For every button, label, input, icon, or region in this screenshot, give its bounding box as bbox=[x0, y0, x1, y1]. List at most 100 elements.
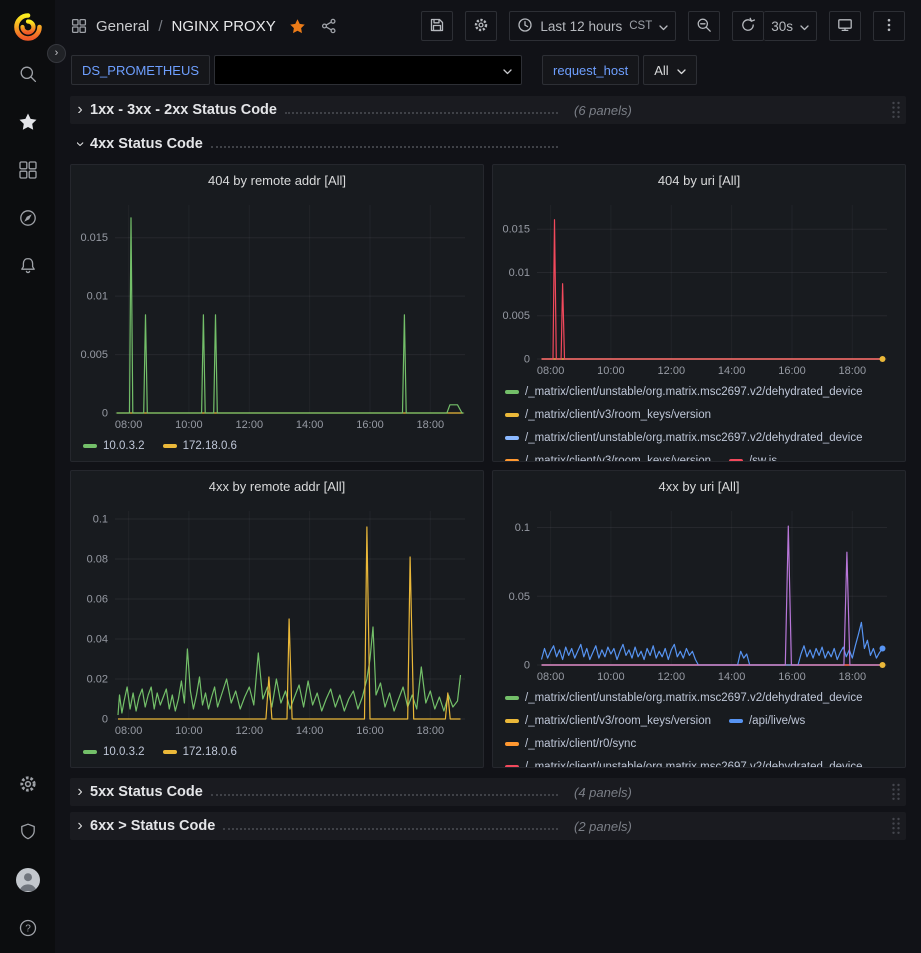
dashboard-settings-button[interactable] bbox=[465, 11, 497, 41]
refresh-interval-dropdown[interactable]: 30s bbox=[764, 11, 817, 41]
series-label[interactable]: /_matrix/client/v3/room_keys/version bbox=[525, 409, 711, 421]
legend-row: 10.0.3.2 172.18.0.6 bbox=[83, 740, 471, 763]
legend-item[interactable]: /_matrix/client/v3/room_keys/version bbox=[505, 455, 711, 462]
series-color-marker bbox=[163, 444, 177, 448]
sidebar-item-configuration[interactable] bbox=[0, 761, 55, 809]
sidebar-item-profile[interactable] bbox=[0, 857, 55, 905]
series-label[interactable]: 172.18.0.6 bbox=[183, 440, 237, 452]
sidebar-item-dashboards[interactable] bbox=[0, 147, 55, 195]
svg-text:10:00: 10:00 bbox=[597, 671, 625, 683]
chart-legend: 10.0.3.2 172.18.0.6 bbox=[71, 739, 483, 767]
dashboard-title[interactable]: NGINX PROXY bbox=[172, 18, 276, 35]
legend-item[interactable]: /_matrix/client/unstable/org.matrix.msc2… bbox=[505, 386, 863, 398]
svg-text:0.1: 0.1 bbox=[93, 514, 108, 526]
svg-text:0.005: 0.005 bbox=[80, 349, 108, 361]
svg-text:0: 0 bbox=[524, 660, 530, 672]
row-title[interactable]: 6xx > Status Code bbox=[90, 818, 215, 834]
series-label[interactable]: 10.0.3.2 bbox=[103, 746, 145, 758]
legend-row: /_matrix/client/v3/room_keys/version/sw.… bbox=[505, 449, 893, 461]
kebab-menu-button[interactable] bbox=[873, 11, 905, 41]
legend-row: /_matrix/client/unstable/org.matrix.msc2… bbox=[505, 686, 893, 709]
series-label[interactable]: 172.18.0.6 bbox=[183, 746, 237, 758]
row-header-1xx-3xx-2xx[interactable]: › 1xx - 3xx - 2xx Status Code (6 panels) bbox=[70, 96, 906, 124]
legend-item[interactable]: 172.18.0.6 bbox=[163, 746, 237, 758]
dashboard-scroll-area[interactable]: › 1xx - 3xx - 2xx Status Code (6 panels)… bbox=[55, 88, 921, 953]
series-color-marker bbox=[83, 750, 97, 754]
sidebar-expand-button[interactable]: › bbox=[47, 44, 66, 63]
svg-text:0: 0 bbox=[102, 714, 108, 726]
panel-title[interactable]: 4xx by uri [All] bbox=[493, 471, 905, 501]
legend-item[interactable]: /_matrix/client/r0/sync bbox=[505, 738, 636, 750]
panel-404-by-remote-addr: 404 by remote addr [All] 08:0010:0012:00… bbox=[70, 164, 484, 462]
legend-item[interactable]: /_matrix/client/unstable/org.matrix.msc2… bbox=[505, 692, 863, 704]
timeseries-chart[interactable]: 08:0010:0012:0014:0016:0018:0000.0050.01… bbox=[493, 195, 905, 379]
timeseries-chart[interactable]: 08:0010:0012:0014:0016:0018:0000.050.1 bbox=[493, 501, 905, 685]
chevron-right-icon: › bbox=[70, 784, 90, 800]
chevron-down-icon bbox=[503, 63, 512, 78]
sidebar-item-help[interactable]: ? bbox=[0, 905, 55, 953]
legend-item[interactable]: 10.0.3.2 bbox=[83, 440, 145, 452]
favorite-star-icon[interactable] bbox=[289, 18, 306, 35]
panel-title[interactable]: 404 by remote addr [All] bbox=[71, 165, 483, 195]
row-drag-handle[interactable] bbox=[890, 100, 902, 120]
row-drag-handle[interactable] bbox=[890, 782, 902, 802]
sidebar-item-explore[interactable] bbox=[0, 195, 55, 243]
timeseries-chart[interactable]: 08:0010:0012:0014:0016:0018:0000.020.040… bbox=[71, 501, 483, 739]
legend-row: 10.0.3.2 172.18.0.6 bbox=[83, 434, 471, 457]
series-label[interactable]: /_matrix/client/v3/room_keys/version bbox=[525, 715, 711, 727]
panel-title[interactable]: 4xx by remote addr [All] bbox=[71, 471, 483, 501]
refresh-interval-value: 30s bbox=[771, 19, 793, 34]
dashboards-grid-icon bbox=[18, 160, 38, 183]
timezone-label: CST bbox=[629, 20, 652, 32]
sidebar-item-server-admin[interactable] bbox=[0, 809, 55, 857]
sidebar-item-alerting[interactable] bbox=[0, 243, 55, 291]
series-label[interactable]: /_matrix/client/unstable/org.matrix.msc2… bbox=[525, 761, 863, 768]
clock-icon bbox=[517, 17, 533, 36]
sidebar-item-starred[interactable] bbox=[0, 99, 55, 147]
series-label[interactable]: /_matrix/client/unstable/org.matrix.msc2… bbox=[525, 386, 863, 398]
legend-row: /_matrix/client/unstable/org.matrix.msc2… bbox=[505, 380, 893, 403]
sidebar-item-search[interactable] bbox=[0, 51, 55, 99]
series-label[interactable]: /api/live/ws bbox=[749, 715, 805, 727]
timeseries-chart[interactable]: 08:0010:0012:0014:0016:0018:0000.0050.01… bbox=[71, 195, 483, 433]
share-icon[interactable] bbox=[321, 18, 337, 34]
legend-item[interactable]: /_matrix/client/unstable/org.matrix.msc2… bbox=[505, 761, 863, 768]
time-range-picker[interactable]: Last 12 hours CST bbox=[509, 11, 676, 41]
request-host-value-dropdown[interactable]: All bbox=[643, 55, 696, 85]
refresh-button[interactable] bbox=[732, 11, 764, 41]
row-header-5xx[interactable]: › 5xx Status Code (4 panels) bbox=[70, 778, 906, 806]
series-label[interactable]: /_matrix/client/v3/room_keys/version bbox=[525, 455, 711, 462]
request-host-variable-label[interactable]: request_host bbox=[542, 55, 639, 85]
row-title[interactable]: 1xx - 3xx - 2xx Status Code bbox=[90, 102, 277, 118]
grafana-logo-icon[interactable] bbox=[13, 0, 43, 51]
row-header-4xx[interactable]: › 4xx Status Code bbox=[70, 130, 906, 158]
legend-item[interactable]: /api/live/ws bbox=[729, 715, 805, 727]
svg-text:0.1: 0.1 bbox=[515, 522, 530, 534]
row-header-6xx[interactable]: › 6xx > Status Code (2 panels) bbox=[70, 812, 906, 840]
row-drag-handle[interactable] bbox=[890, 816, 902, 836]
series-label[interactable]: 10.0.3.2 bbox=[103, 440, 145, 452]
series-label[interactable]: /_matrix/client/unstable/org.matrix.msc2… bbox=[525, 692, 863, 704]
legend-item[interactable]: /sw.js bbox=[729, 455, 777, 462]
panel-title[interactable]: 404 by uri [All] bbox=[493, 165, 905, 195]
series-label[interactable]: /_matrix/client/unstable/org.matrix.msc2… bbox=[525, 432, 863, 444]
legend-item[interactable]: /_matrix/client/unstable/org.matrix.msc2… bbox=[505, 432, 863, 444]
series-label[interactable]: /_matrix/client/r0/sync bbox=[525, 738, 636, 750]
row-title[interactable]: 4xx Status Code bbox=[90, 136, 203, 152]
legend-item[interactable]: 10.0.3.2 bbox=[83, 746, 145, 758]
svg-text:?: ? bbox=[25, 923, 31, 934]
svg-text:0.06: 0.06 bbox=[87, 594, 108, 606]
datasource-value-dropdown[interactable] bbox=[214, 55, 522, 85]
series-color-marker bbox=[729, 719, 743, 723]
legend-row: /_matrix/client/r0/sync bbox=[505, 732, 893, 755]
breadcrumb-section[interactable]: General bbox=[96, 18, 149, 35]
series-label[interactable]: /sw.js bbox=[749, 455, 777, 462]
zoom-out-button[interactable] bbox=[688, 11, 720, 41]
legend-item[interactable]: /_matrix/client/v3/room_keys/version bbox=[505, 409, 711, 421]
row-title[interactable]: 5xx Status Code bbox=[90, 784, 203, 800]
datasource-variable-label[interactable]: DS_PROMETHEUS bbox=[71, 55, 210, 85]
legend-item[interactable]: 172.18.0.6 bbox=[163, 440, 237, 452]
legend-item[interactable]: /_matrix/client/v3/room_keys/version bbox=[505, 715, 711, 727]
save-dashboard-button[interactable] bbox=[421, 11, 453, 41]
tv-mode-button[interactable] bbox=[829, 11, 861, 41]
